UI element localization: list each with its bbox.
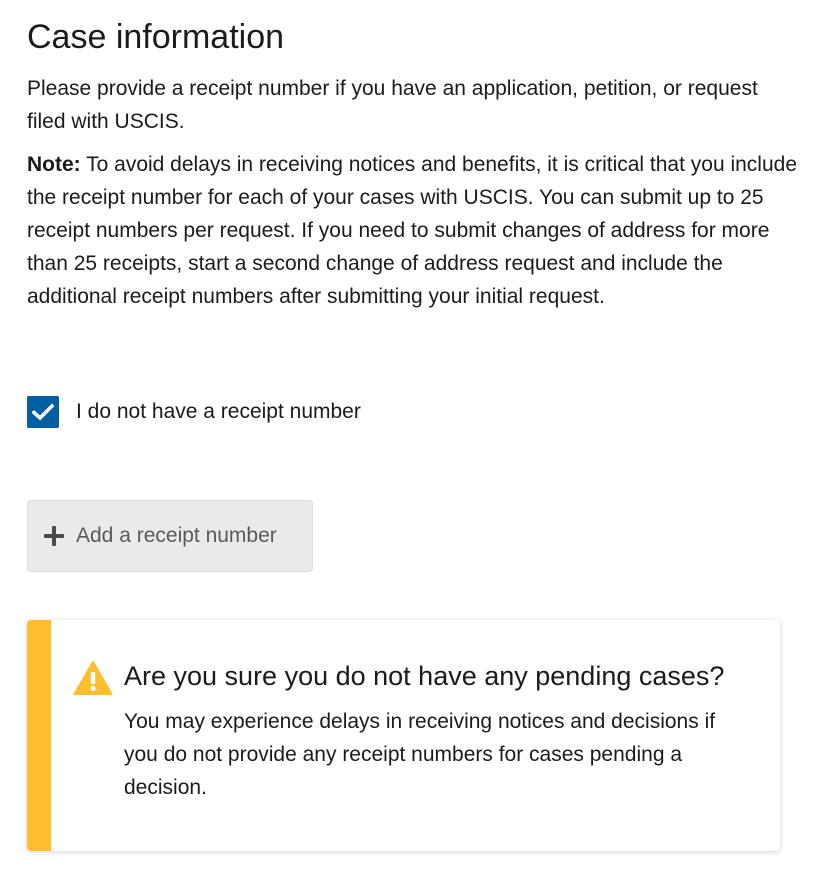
no-receipt-checkbox-label[interactable]: I do not have a receipt number [76,396,361,428]
note-label: Note: [27,153,81,176]
warning-alert: Are you sure you do not have any pending… [27,620,780,851]
intro-text: Please provide a receipt number if you h… [27,77,758,133]
plus-icon [44,526,64,546]
warning-icon [73,661,113,695]
alert-heading: Are you sure you do not have any pending… [124,661,725,691]
no-receipt-checkbox-row[interactable]: I do not have a receipt number [27,396,361,428]
add-receipt-number-button[interactable]: Add a receipt number [27,500,313,572]
alert-accent-bar [27,620,51,851]
case-information-page: Case information Please provide a receip… [0,0,833,880]
no-receipt-checkbox[interactable] [27,396,59,428]
note-paragraph: Note: To avoid delays in receiving notic… [27,148,797,313]
section-title: Case information [27,18,285,56]
checkmark-icon [32,403,54,421]
alert-body: You may experience delays in receiving n… [124,710,716,799]
add-receipt-number-label: Add a receipt number [76,524,277,547]
note-text: To avoid delays in receiving notices and… [27,153,798,308]
